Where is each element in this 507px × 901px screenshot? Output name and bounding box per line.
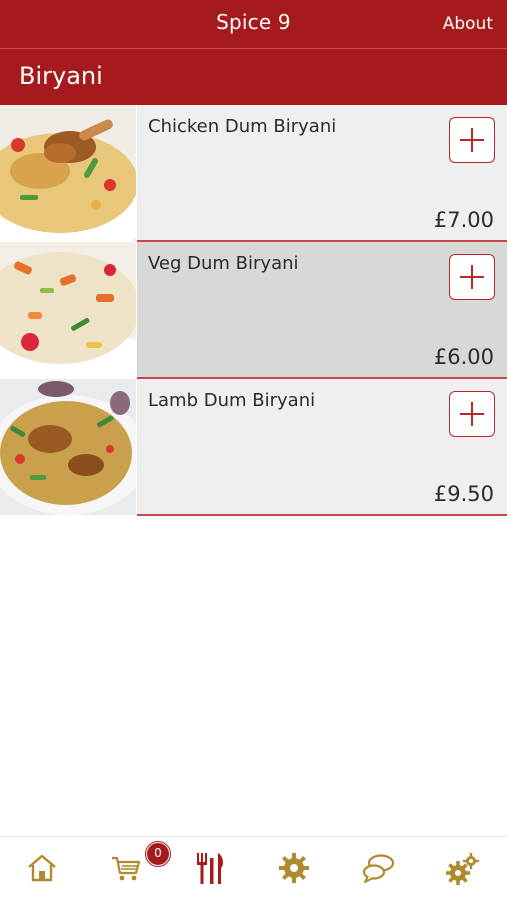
menu-list: Chicken Dum Biryani £7.00 Veg Dum Biryan… bbox=[0, 105, 507, 516]
item-name: Veg Dum Biryani bbox=[148, 253, 299, 274]
gear-icon bbox=[279, 853, 309, 883]
plus-icon bbox=[460, 402, 484, 426]
tab-chat[interactable] bbox=[336, 837, 420, 901]
tab-menu[interactable] bbox=[168, 837, 252, 901]
tab-home[interactable] bbox=[0, 837, 84, 901]
item-price: £7.00 bbox=[433, 208, 494, 232]
top-bar: Spice 9 About bbox=[0, 0, 507, 49]
plus-icon bbox=[460, 128, 484, 152]
chat-bubbles-icon bbox=[362, 854, 395, 883]
fork-knife-icon bbox=[197, 853, 223, 884]
gears-icon bbox=[446, 853, 479, 885]
category-header: Biryani bbox=[0, 49, 507, 105]
lamb-biryani-photo bbox=[0, 379, 136, 515]
item-name: Chicken Dum Biryani bbox=[148, 116, 337, 137]
add-to-cart-button[interactable] bbox=[449, 254, 495, 300]
menu-item-panel: Lamb Dum Biryani £9.50 bbox=[137, 379, 507, 516]
cart-count-badge: 0 bbox=[146, 842, 170, 866]
tab-more-settings[interactable] bbox=[420, 837, 504, 901]
menu-item[interactable]: Lamb Dum Biryani £9.50 bbox=[0, 379, 507, 516]
menu-item-panel: Veg Dum Biryani £6.00 bbox=[137, 242, 507, 379]
item-name: Lamb Dum Biryani bbox=[148, 390, 316, 411]
home-icon bbox=[28, 854, 56, 882]
category-title: Biryani bbox=[19, 62, 103, 90]
item-price: £9.50 bbox=[433, 482, 494, 506]
app-title: Spice 9 bbox=[216, 10, 291, 34]
menu-item[interactable]: Chicken Dum Biryani £7.00 bbox=[0, 105, 507, 242]
add-to-cart-button[interactable] bbox=[449, 391, 495, 437]
item-price: £6.00 bbox=[433, 345, 494, 369]
plus-icon bbox=[460, 265, 484, 289]
chicken-biryani-photo bbox=[0, 105, 136, 241]
add-to-cart-button[interactable] bbox=[449, 117, 495, 163]
about-link[interactable]: About bbox=[443, 14, 493, 34]
tab-settings[interactable] bbox=[252, 837, 336, 901]
menu-item-panel: Chicken Dum Biryani £7.00 bbox=[137, 105, 507, 242]
menu-item[interactable]: Veg Dum Biryani £6.00 bbox=[0, 242, 507, 379]
veg-biryani-photo bbox=[0, 242, 136, 378]
bottom-tab-bar: 0 bbox=[0, 836, 507, 901]
cart-icon bbox=[112, 856, 141, 881]
tab-cart[interactable]: 0 bbox=[84, 837, 170, 901]
